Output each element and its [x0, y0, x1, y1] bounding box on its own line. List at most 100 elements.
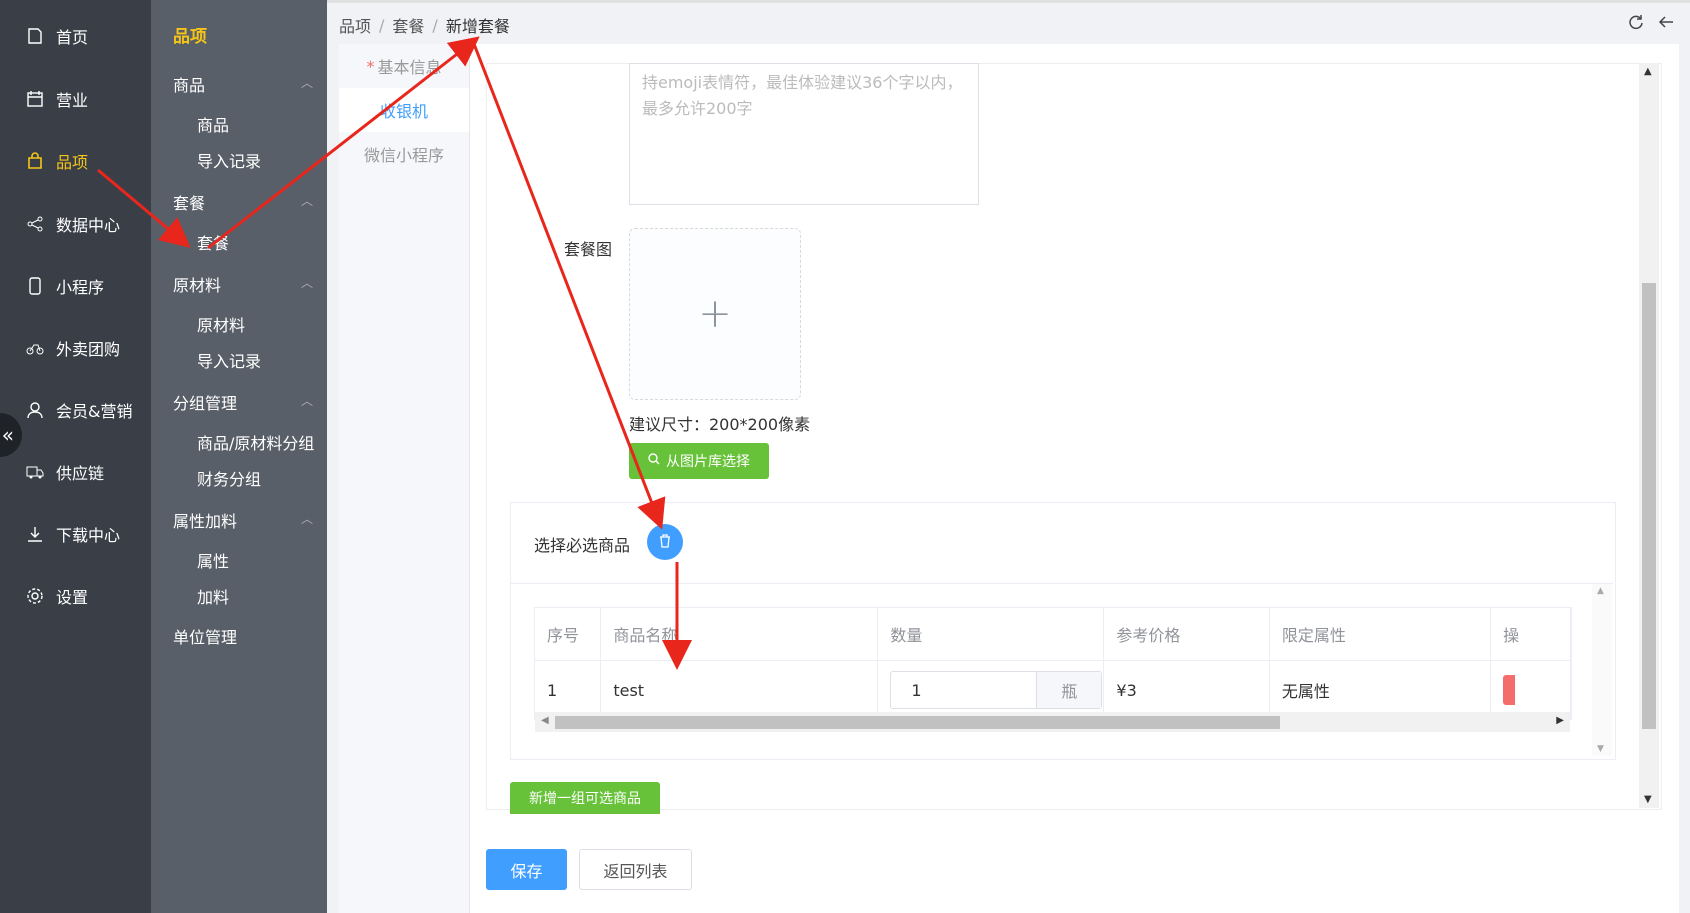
subnav-item-finance-group[interactable]: 财务分组 — [197, 466, 261, 490]
nav-item-delivery[interactable]: 外卖团购 — [0, 328, 151, 368]
subnav-item-goods-import[interactable]: 导入记录 — [197, 148, 261, 172]
chevron-up-icon: ︿ — [300, 76, 313, 90]
size-hint: 建议尺寸：200*200像素 — [629, 415, 811, 434]
share-icon — [24, 213, 46, 235]
nav-item-data-center[interactable]: 数据中心 — [0, 204, 151, 244]
nav-label: 供应链 — [56, 464, 105, 483]
scroll-up-icon: ▲ — [1644, 66, 1652, 77]
nav-item-supply-chain[interactable]: 供应链 — [0, 452, 151, 492]
truck-icon — [24, 461, 46, 483]
tab-wechat-mini[interactable]: 微信小程序 — [339, 132, 469, 176]
subnav-item-material[interactable]: 原材料 — [197, 312, 245, 336]
cell-name: test — [600, 660, 879, 719]
bike-icon — [24, 337, 46, 359]
nav-label: 营业 — [56, 91, 89, 110]
cell-attr: 无属性 — [1269, 660, 1492, 719]
nav-item-mini-program[interactable]: 小程序 — [0, 266, 151, 306]
subnav-group-material[interactable]: 原材料 ︿ — [173, 272, 313, 296]
breadcrumb-item[interactable]: 品项 — [339, 13, 371, 37]
bag-icon — [24, 150, 46, 172]
scroll-up-icon: ▲ — [1597, 586, 1604, 596]
subnav-group-goods[interactable]: 商品 ︿ — [173, 72, 313, 96]
search-icon — [648, 453, 660, 469]
col-qty: 数量 — [877, 608, 1105, 661]
col-name: 商品名称 — [600, 608, 879, 661]
secondary-sidebar: 品项 商品 ︿ 商品 导入记录 套餐 ︿ 套餐 原材料 ︿ 原材料 导入记录 分组管理… — [151, 0, 327, 913]
unit-label: 瓶 — [1036, 672, 1102, 708]
nav-label: 设置 — [56, 588, 89, 607]
cell-index: 1 — [535, 660, 602, 719]
nav-label: 下载中心 — [56, 526, 121, 545]
breadcrumb-current: 新增套餐 — [445, 17, 510, 36]
scroll-right-icon: ▶ — [1556, 715, 1564, 726]
nav-item-member[interactable]: 会员&营销 — [0, 390, 151, 430]
scroll-left-icon: ◀ — [541, 715, 549, 726]
subnav-group-units[interactable]: 单位管理 — [173, 624, 313, 648]
col-index: 序号 — [535, 608, 602, 661]
col-action: 操 — [1490, 608, 1571, 661]
chevron-up-icon: ︿ — [300, 276, 313, 290]
phone-icon — [24, 275, 46, 297]
subnav-group-combo[interactable]: 套餐 ︿ — [173, 190, 313, 214]
description-textarea[interactable]: 持emoji表情符，最佳体验建议36个字以内， 最多允许200字 — [629, 63, 979, 205]
nav-item-products[interactable]: 品项 — [0, 141, 151, 181]
breadcrumb-item[interactable]: 套餐 — [392, 13, 424, 37]
subnav-group-attributes[interactable]: 属性加料 ︿ — [173, 508, 313, 532]
table-header-row: 序号 商品名称 数量 参考价格 限定属性 操 — [535, 608, 1571, 661]
nav-label: 小程序 — [56, 278, 105, 297]
goods-table: 序号 商品名称 数量 参考价格 限定属性 操 1 test 1 瓶 ¥3 无属性 — [534, 607, 1572, 720]
home-icon — [24, 25, 46, 47]
back-arrow-icon[interactable] — [1658, 14, 1674, 34]
subnav-item-goods-group[interactable]: 商品/原材料分组 — [197, 430, 314, 454]
combo-image-label: 套餐图 — [564, 240, 613, 259]
gear-icon — [24, 585, 46, 607]
col-price: 参考价格 — [1103, 608, 1270, 661]
chevron-up-icon: ︿ — [300, 194, 313, 208]
subnav-group-grouping[interactable]: 分组管理 ︿ — [173, 390, 313, 414]
image-uploader[interactable]: + — [629, 228, 801, 400]
plus-icon: + — [698, 291, 732, 337]
cell-price: ¥3 — [1103, 660, 1270, 719]
top-border — [327, 0, 1690, 3]
vertical-tabs: * 基本信息 收银机 微信小程序 — [339, 44, 470, 913]
scroll-down-icon: ▼ — [1597, 744, 1604, 754]
tab-cashier[interactable]: 收银机 — [339, 88, 469, 132]
nav-item-download[interactable]: 下载中心 — [0, 514, 151, 554]
nav-item-home[interactable]: 首页 — [0, 16, 151, 56]
table-row: 1 test 1 瓶 ¥3 无属性 — [535, 660, 1571, 719]
back-to-list-button[interactable]: 返回列表 — [579, 849, 692, 890]
primary-sidebar: 首页 营业 品项 数据中心 小程序 外卖团购 会员&营销 供应链 下载中心 设置 — [0, 0, 151, 913]
row-delete-button[interactable] — [1503, 675, 1516, 705]
nav-item-business[interactable]: 营业 — [0, 79, 151, 119]
save-button[interactable]: 保存 — [486, 849, 567, 890]
user-icon — [24, 399, 46, 421]
subnav-item-goods[interactable]: 商品 — [197, 112, 229, 136]
scroll-down-icon: ▼ — [1644, 794, 1652, 805]
nav-item-settings[interactable]: 设置 — [0, 576, 151, 616]
trash-icon — [659, 533, 671, 552]
calendar-icon — [24, 88, 46, 110]
scroll-thumb[interactable] — [1642, 283, 1656, 729]
subnav-item-attribute[interactable]: 属性 — [197, 548, 229, 572]
tab-basic-info[interactable]: * 基本信息 — [339, 44, 469, 88]
refresh-icon[interactable] — [1628, 14, 1644, 34]
required-goods-label: 选择必选商品 — [534, 536, 631, 555]
subnav-item-material-import[interactable]: 导入记录 — [197, 348, 261, 372]
select-from-library-button[interactable]: 从图片库选择 — [629, 443, 769, 479]
delete-group-button[interactable] — [647, 524, 683, 560]
breadcrumb: 品项 / 套餐 / 新增套餐 — [339, 13, 510, 37]
nav-label: 品项 — [56, 153, 89, 172]
nav-label: 数据中心 — [56, 216, 121, 235]
subnav-item-topping[interactable]: 加料 — [197, 584, 229, 608]
inner-vertical-scrollbar[interactable]: ▲ ▼ — [1592, 584, 1612, 756]
scroll-thumb[interactable] — [555, 716, 1280, 729]
col-attr: 限定属性 — [1269, 608, 1492, 661]
add-optional-group-button[interactable]: 新增一组可选商品 — [510, 782, 660, 814]
horizontal-scrollbar[interactable]: ◀ ▶ — [535, 712, 1570, 732]
quantity-input[interactable]: 1 瓶 — [890, 671, 1103, 709]
nav-label: 会员&营销 — [56, 402, 133, 421]
chevron-up-icon: ︿ — [300, 394, 313, 408]
form-vertical-scrollbar[interactable]: ▲ ▼ — [1639, 63, 1659, 808]
subnav-item-combo[interactable]: 套餐 — [197, 230, 229, 254]
download-icon — [24, 523, 46, 545]
